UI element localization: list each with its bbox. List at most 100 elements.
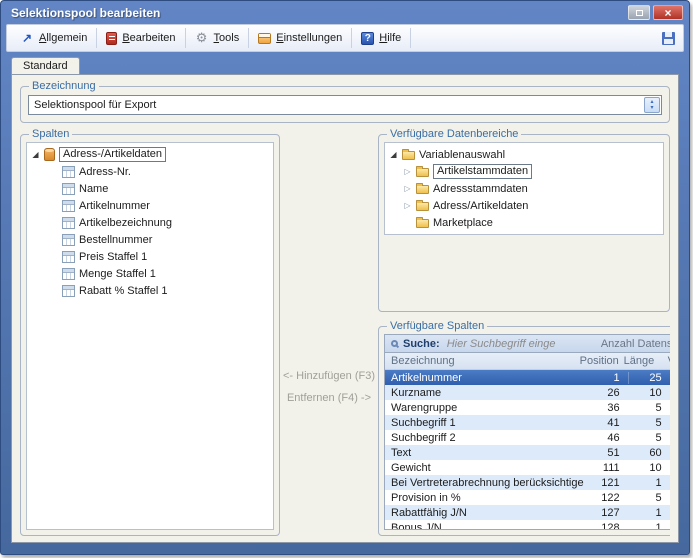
table-row[interactable]: Rabattfähig J/N 127 1 AJN	[385, 505, 670, 520]
tree-item[interactable]: Variablenauswahl	[385, 146, 663, 163]
tree-item[interactable]: Rabatt % Staffel 1	[27, 282, 273, 299]
window-bottom-border	[1, 543, 689, 554]
tree-item[interactable]: Adress-Nr.	[27, 163, 273, 180]
tree-item[interactable]: Name	[27, 180, 273, 197]
toolbar-items: Allgemein Bearbeiten Tools Einstellungen…	[11, 28, 411, 48]
toolbar: Allgemein Bearbeiten Tools Einstellungen…	[6, 24, 684, 52]
table-icon	[62, 200, 75, 212]
tree-item[interactable]: Adress/Artikeldaten	[385, 197, 663, 214]
tree-item[interactable]: Bestellnummer	[27, 231, 273, 248]
tree-item[interactable]: Marketplace	[385, 214, 663, 231]
tree-item[interactable]: Artikelstammdaten	[385, 163, 663, 180]
columns-layout: Spalten Adress-/Artikeldaten Adress-Nr. …	[20, 128, 670, 536]
table-icon	[62, 285, 75, 297]
tree-item-label: Artikelstammdaten	[433, 164, 532, 179]
search-label: Suche:	[403, 338, 440, 350]
datenbereiche-group-label: Verfügbare Datenbereiche	[387, 128, 521, 140]
close-button[interactable]	[653, 5, 683, 20]
remove-button[interactable]: Entfernen (F4) ->	[287, 392, 371, 404]
edit-icon	[106, 32, 117, 45]
bezeichnung-combobox[interactable]: Selektionspool für Export	[28, 95, 662, 115]
tree-item-label: Artikelbezeichnung	[79, 217, 172, 229]
table-row[interactable]: Artikelnummer 1 25 L	[385, 370, 670, 385]
table-icon	[62, 183, 75, 195]
toolbar-item-allgemein[interactable]: Allgemein	[11, 28, 97, 48]
table-row[interactable]: Suchbegriff 2 46 5 L	[385, 430, 670, 445]
grid-body: Artikelnummer 1 25 L Kurzname 26 10 L Wa…	[385, 370, 670, 529]
tree-item[interactable]: Artikelnummer	[27, 197, 273, 214]
tree-item-label: Adressstammdaten	[433, 183, 528, 195]
table-row[interactable]: Provision in % 122 5 R2	[385, 490, 670, 505]
tree-item-label: Rabatt % Staffel 1	[79, 285, 167, 297]
bezeichnung-value: Selektionspool für Export	[29, 99, 644, 111]
spalten-group-label: Spalten	[29, 128, 72, 140]
tree-item-label: Adress/Artikeldaten	[433, 200, 528, 212]
toolbar-item-tools[interactable]: Tools	[186, 28, 250, 48]
folder-icon	[416, 185, 429, 194]
bezeichnung-group: Bezeichnung Selektionspool für Export	[20, 80, 670, 123]
table-row[interactable]: Suchbegriff 1 41 5 L	[385, 415, 670, 430]
table-icon	[62, 234, 75, 246]
titlebar[interactable]: Selektionspool bearbeiten	[1, 1, 689, 24]
tree-item[interactable]: Adress-/Artikeldaten	[27, 146, 273, 163]
tree-item-label: Adress-/Artikeldaten	[59, 147, 166, 162]
expander-icon[interactable]	[389, 150, 398, 159]
dialog-window: Selektionspool bearbeiten Allgemein Bear…	[0, 0, 690, 555]
restore-icon	[636, 10, 643, 16]
spalten-group: Spalten Adress-/Artikeldaten Adress-Nr. …	[20, 128, 280, 536]
column-header-bezeichnung[interactable]: Bezeichnung	[385, 355, 578, 367]
tree-item[interactable]: Preis Staffel 1	[27, 248, 273, 265]
tree-item-label: Variablenauswahl	[419, 149, 505, 161]
folder-icon	[416, 168, 429, 177]
expander-icon[interactable]	[31, 150, 40, 159]
restore-button[interactable]	[628, 5, 650, 20]
tools-icon	[195, 31, 209, 45]
table-row[interactable]: Bonus J/N 128 1 AJN	[385, 520, 670, 529]
expander-icon[interactable]	[403, 167, 412, 176]
combobox-spinner-button[interactable]	[644, 97, 660, 113]
table-row[interactable]: Bei Vertreterabrechnung berücksichtige 1…	[385, 475, 670, 490]
toolbar-item-einstellungen[interactable]: Einstellungen	[249, 28, 352, 48]
table-row[interactable]: Gewicht 111 10 R	[385, 460, 670, 475]
record-count: Anzahl Datensätze: 583	[601, 338, 670, 350]
toolbar-item-hilfe[interactable]: Hilfe	[352, 28, 411, 48]
tree-item[interactable]: Adressstammdaten	[385, 180, 663, 197]
column-header-position[interactable]: Position	[578, 355, 622, 367]
help-icon	[361, 32, 374, 45]
window-title: Selektionspool bearbeiten	[11, 6, 625, 20]
right-column: Verfügbare Datenbereiche Variablenauswah…	[378, 128, 670, 536]
table-row[interactable]: Warengruppe 36 5 L	[385, 400, 670, 415]
folder-icon	[402, 151, 415, 160]
tree-item-label: Preis Staffel 1	[79, 251, 147, 263]
verfuegbare-spalten-group-label: Verfügbare Spalten	[387, 320, 487, 332]
search-input[interactable]	[445, 337, 596, 351]
tree-item[interactable]: Artikelbezeichnung	[27, 214, 273, 231]
save-button[interactable]	[657, 28, 679, 48]
save-icon	[662, 32, 675, 45]
tab-standard[interactable]: Standard	[11, 57, 80, 74]
column-header-va[interactable]: VA	[664, 355, 670, 367]
expander-icon[interactable]	[403, 201, 412, 210]
column-header-laenge[interactable]: Länge	[622, 355, 664, 367]
main-panel: Bezeichnung Selektionspool für Export Sp…	[11, 74, 679, 543]
tree-item-label: Adress-Nr.	[79, 166, 131, 178]
spalten-tree[interactable]: Adress-/Artikeldaten Adress-Nr. Name Art…	[26, 142, 274, 530]
tree-item-label: Artikelnummer	[79, 200, 150, 212]
tree-item-label: Menge Staffel 1	[79, 268, 156, 280]
add-button[interactable]: <- Hinzufügen (F3)	[283, 370, 375, 382]
table-row[interactable]: Kurzname 26 10 L	[385, 385, 670, 400]
expander-icon[interactable]	[403, 184, 412, 193]
close-icon	[664, 4, 671, 22]
table-row[interactable]: Text 51 60 L	[385, 445, 670, 460]
settings-icon	[258, 33, 271, 44]
tree-item[interactable]: Menge Staffel 1	[27, 265, 273, 282]
datenbereiche-tree[interactable]: Variablenauswahl Artikelstammdaten Adres…	[384, 142, 664, 235]
toolbar-item-bearbeiten[interactable]: Bearbeiten	[97, 28, 185, 48]
table-icon	[62, 166, 75, 178]
folder-icon	[416, 202, 429, 211]
search-bar: Suche: Anzahl Datensätze: 583	[385, 335, 670, 353]
bezeichnung-group-label: Bezeichnung	[29, 80, 99, 92]
grid-header: Bezeichnung Position Länge VA	[385, 353, 670, 370]
table-icon	[62, 251, 75, 263]
table-icon	[62, 268, 75, 280]
